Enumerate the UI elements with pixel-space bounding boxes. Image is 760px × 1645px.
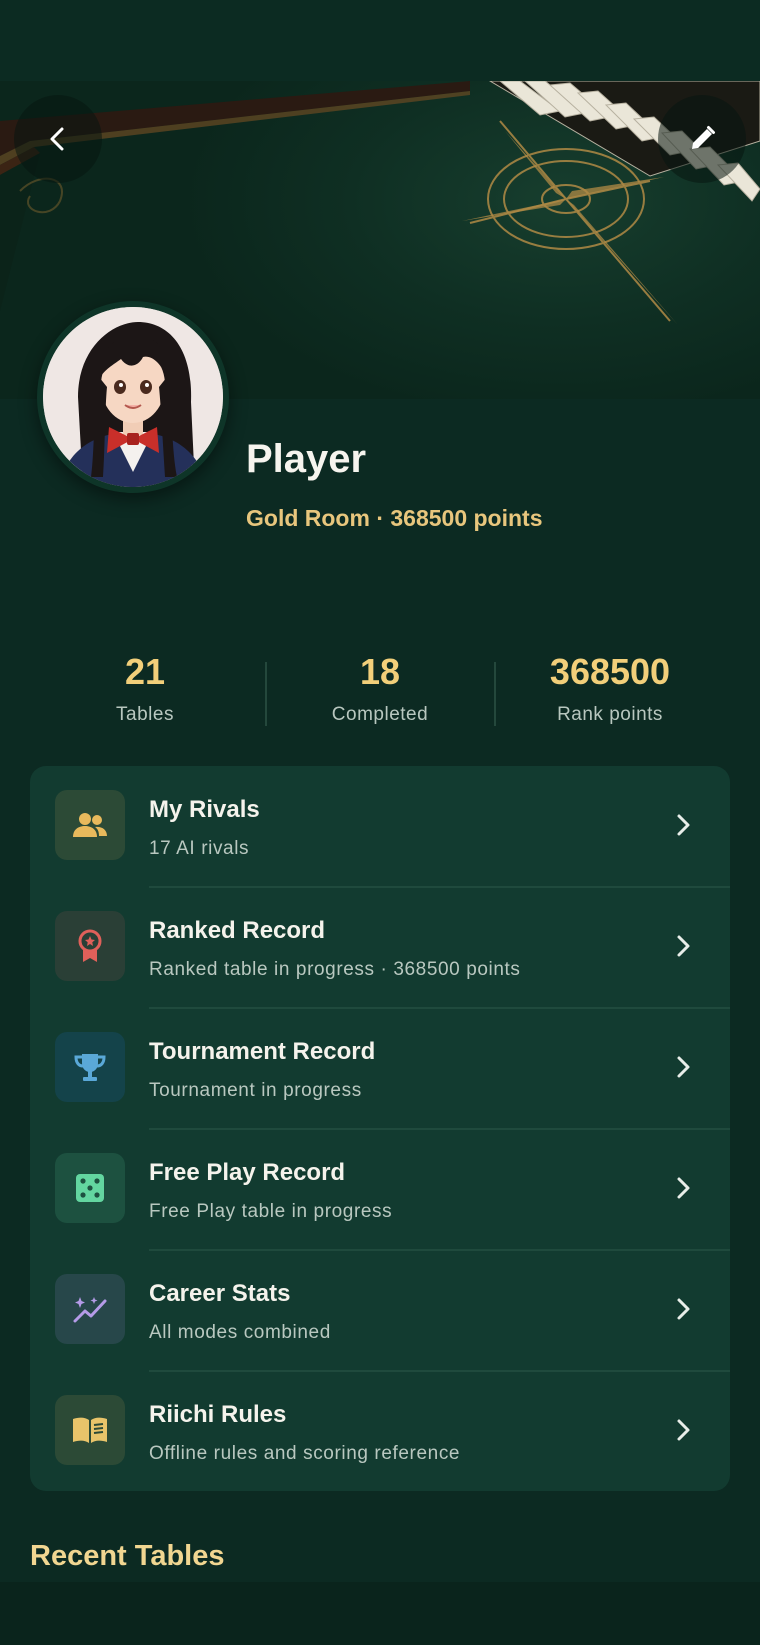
menu-item-free-play-record[interactable]: Free Play Record Free Play table in prog… xyxy=(30,1129,730,1250)
recent-tables-heading: Recent Tables xyxy=(30,1540,225,1572)
chevron-right-icon xyxy=(677,1056,690,1078)
dice-icon xyxy=(55,1153,125,1223)
stat-label: Tables xyxy=(116,704,174,725)
menu-title: Ranked Record xyxy=(149,917,326,944)
stat-value: 21 xyxy=(124,651,166,692)
back-button[interactable] xyxy=(14,95,102,183)
menu-title: Riichi Rules xyxy=(149,1401,287,1428)
profile-screen: Player Gold Room · 368500 points 21 Tabl… xyxy=(0,0,760,1645)
player-name: Player xyxy=(246,437,367,481)
status-bar xyxy=(0,0,760,81)
menu-subtitle: All modes combined xyxy=(149,1322,331,1343)
menu-item-career-stats[interactable]: Career Stats All modes combined xyxy=(30,1250,730,1371)
sparkle-chart-icon xyxy=(55,1274,125,1344)
stat-rank-points: 368500 Rank points xyxy=(495,650,725,726)
stats-row: 21 Tables 18 Completed 368500 Rank point… xyxy=(30,650,730,740)
stat-tables: 21 Tables xyxy=(30,650,260,726)
menu-title: Career Stats xyxy=(149,1280,291,1307)
chevron-right-icon xyxy=(677,814,690,836)
menu-item-tournament-record[interactable]: Tournament Record Tournament in progress xyxy=(30,1008,730,1129)
menu-item-ranked-record[interactable]: Ranked Record Ranked table in progress ·… xyxy=(30,887,730,1008)
edit-button[interactable] xyxy=(658,95,746,183)
menu-subtitle: Offline rules and scoring reference xyxy=(149,1443,461,1464)
stat-completed: 18 Completed xyxy=(265,650,495,726)
award-icon xyxy=(55,911,125,981)
menu-subtitle: Free Play table in progress xyxy=(149,1201,393,1222)
stat-label: Completed xyxy=(331,704,429,725)
avatar-image xyxy=(43,307,223,487)
menu-subtitle: Ranked table in progress · 368500 points xyxy=(149,959,521,980)
menu-title: Tournament Record xyxy=(149,1038,376,1065)
menu-item-my-rivals[interactable]: My Rivals 17 AI rivals xyxy=(30,766,730,887)
chevron-right-icon xyxy=(677,1177,690,1199)
trophy-icon xyxy=(55,1032,125,1102)
menu-title: My Rivals xyxy=(149,796,260,823)
stat-value: 368500 xyxy=(549,651,671,692)
book-icon xyxy=(55,1395,125,1465)
pencil-icon xyxy=(692,126,715,149)
menu-item-riichi-rules[interactable]: Riichi Rules Offline rules and scoring r… xyxy=(30,1371,730,1491)
menu-subtitle: 17 AI rivals xyxy=(149,838,250,859)
chevron-right-icon xyxy=(677,1298,690,1320)
people-icon xyxy=(55,790,125,860)
menu-title: Free Play Record xyxy=(149,1159,346,1186)
chevron-right-icon xyxy=(677,935,690,957)
menu-subtitle: Tournament in progress xyxy=(149,1080,362,1101)
bottom-bar xyxy=(0,1582,760,1645)
chevron-left-icon xyxy=(50,127,64,151)
stat-value: 18 xyxy=(359,651,401,692)
chevron-right-icon xyxy=(677,1419,690,1441)
player-room-points: Gold Room · 368500 points xyxy=(246,505,543,531)
profile-menu: My Rivals 17 AI rivals Ranked Record Ran… xyxy=(30,766,730,1491)
avatar[interactable] xyxy=(37,301,229,493)
stat-label: Rank points xyxy=(557,704,663,725)
